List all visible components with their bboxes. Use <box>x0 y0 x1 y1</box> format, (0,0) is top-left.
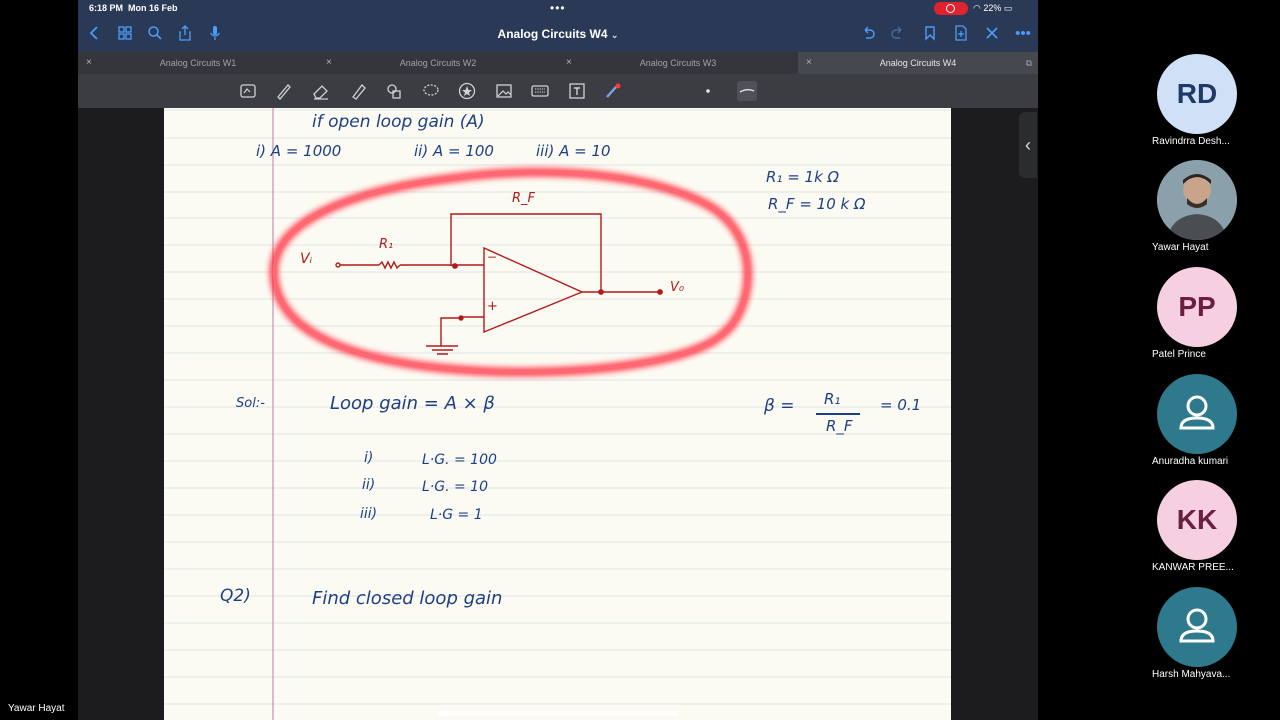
battery-status: ◠ 22% ▭ <box>973 3 1013 13</box>
add-page-icon[interactable] <box>952 25 970 43</box>
text-icon[interactable] <box>567 81 587 101</box>
laser-icon[interactable] <box>603 81 623 101</box>
tab-close-icon[interactable]: × <box>86 52 92 74</box>
lg1-value: L·G. = 100 <box>422 452 497 468</box>
circuit-label-rf: R_F <box>512 191 536 206</box>
participant-tile[interactable]: PP Patel Prince <box>1152 267 1252 360</box>
highlighter-icon[interactable] <box>348 81 368 101</box>
tab-bar: × Analog Circuits W1 × Analog Circuits W2 … <box>78 52 1038 74</box>
tab-expand-icon[interactable]: ⧉ <box>1026 52 1032 74</box>
status-bar: 6:18 PM Mon 16 Feb ••• ◠ 22% ▭ <box>78 0 1038 18</box>
tab-close-icon[interactable]: × <box>806 52 812 74</box>
drawing-toolbar <box>78 74 1038 108</box>
title-bar: Analog Circuits W4 ⌄ ••• <box>78 18 1038 52</box>
lg2-value: L·G. = 10 <box>422 479 488 495</box>
close-icon[interactable] <box>983 25 1001 43</box>
bookmark-icon[interactable] <box>921 25 939 43</box>
image-icon[interactable] <box>494 81 514 101</box>
opamp-plus: + <box>487 299 498 314</box>
circuit-label-vi: Vᵢ <box>300 251 313 267</box>
option-2: ii) A = 100 <box>414 142 494 160</box>
tab-close-icon[interactable]: × <box>566 52 572 74</box>
rf-given: R_F = 10 k Ω <box>768 195 866 213</box>
beta-denominator: R_F <box>826 417 853 435</box>
self-name-label: Yawar Hayat <box>8 703 65 714</box>
sidebar-handle-chevron-icon[interactable]: ‹ <box>1019 112 1037 178</box>
screen: 6:18 PM Mon 16 Feb ••• ◠ 22% ▭ Analog Ci… <box>0 0 1280 720</box>
tab-analog-circuits-w1[interactable]: × Analog Circuits W1 <box>78 52 318 74</box>
participant-tile[interactable]: Harsh Mahyava... <box>1152 587 1252 680</box>
participant-name: Anuradha kumari <box>1152 456 1229 467</box>
question-2-label: Q2) <box>220 586 251 606</box>
keyboard-icon[interactable] <box>530 81 550 101</box>
shapes-icon[interactable] <box>384 81 404 101</box>
opamp-circuit <box>335 213 663 355</box>
tab-analog-circuits-w2[interactable]: × Analog Circuits W2 <box>318 52 558 74</box>
solution-label: Sol:- <box>236 396 265 411</box>
stroke-style-icon[interactable] <box>737 81 757 101</box>
avatar: RD <box>1157 54 1237 134</box>
participant-tile[interactable]: Anuradha kumari <box>1152 374 1252 467</box>
tab-close-icon[interactable]: × <box>326 52 332 74</box>
ipad-screen: 6:18 PM Mon 16 Feb ••• ◠ 22% ▭ Analog Ci… <box>78 0 1038 720</box>
fraction-bar <box>816 413 860 415</box>
participant-name: Yawar Hayat <box>1152 242 1209 253</box>
circuit-label-vo: V₀ <box>670 280 685 295</box>
participant-name: Harsh Mahyava... <box>1152 669 1231 680</box>
option-1: i) A = 1000 <box>256 142 342 160</box>
circuit-label-r1: R₁ <box>379 237 394 252</box>
loop-gain-formula: Loop gain = A × β <box>330 393 495 414</box>
avatar-photo <box>1157 160 1237 240</box>
participant-tile[interactable]: KK KANWAR PREE... <box>1152 480 1252 573</box>
avatar <box>1157 587 1237 667</box>
home-indicator[interactable] <box>437 711 679 716</box>
participant-name: Ravindrra Desh... <box>1152 136 1230 147</box>
lasso-icon[interactable] <box>421 81 441 101</box>
option-3: iii) A = 10 <box>536 142 611 160</box>
person-icon <box>1179 608 1215 643</box>
avatar <box>1157 374 1237 454</box>
more-icon[interactable]: ••• <box>1014 25 1032 43</box>
redo-icon[interactable] <box>889 25 907 43</box>
question-line: if open loop gain (A) <box>312 112 485 132</box>
tab-analog-circuits-w3[interactable]: × Analog Circuits W3 <box>558 52 798 74</box>
beta-lhs: β = <box>764 396 795 416</box>
person-icon <box>1179 395 1215 430</box>
participant-name: Patel Prince <box>1152 349 1206 360</box>
participant-tile[interactable]: Yawar Hayat <box>1152 160 1252 253</box>
pen-icon[interactable] <box>274 81 294 101</box>
avatar: PP <box>1157 267 1237 347</box>
dot-size-icon[interactable] <box>698 81 718 101</box>
question-2-text: Find closed loop gain <box>312 588 503 609</box>
star-icon[interactable] <box>457 81 477 101</box>
r1-given: R₁ = 1k Ω <box>766 168 840 186</box>
multitask-dots-icon[interactable]: ••• <box>550 1 566 15</box>
eraser-icon[interactable] <box>311 81 331 101</box>
lg2-index: ii) <box>362 477 376 493</box>
lg3-index: iii) <box>360 506 378 522</box>
status-time: 6:18 PM Mon 16 Feb <box>89 3 178 13</box>
note-page[interactable]: if open loop gain (A) i) A = 1000 ii) A … <box>164 108 951 720</box>
undo-icon[interactable] <box>859 25 877 43</box>
beta-value: = 0.1 <box>880 396 922 414</box>
opamp-minus: − <box>487 250 498 264</box>
scan-icon[interactable] <box>238 81 258 101</box>
screen-record-icon[interactable] <box>934 2 968 15</box>
beta-numerator: R₁ <box>824 390 841 408</box>
participant-tile[interactable]: RD Ravindrra Desh... <box>1152 54 1252 147</box>
lg1-index: i) <box>364 450 374 466</box>
avatar: KK <box>1157 480 1237 560</box>
participant-name: KANWAR PREE... <box>1152 562 1234 573</box>
person-photo-icon <box>1157 160 1237 240</box>
lg3-value: L·G = 1 <box>430 507 483 523</box>
tab-analog-circuits-w4[interactable]: × Analog Circuits W4 ⧉ <box>798 52 1038 74</box>
